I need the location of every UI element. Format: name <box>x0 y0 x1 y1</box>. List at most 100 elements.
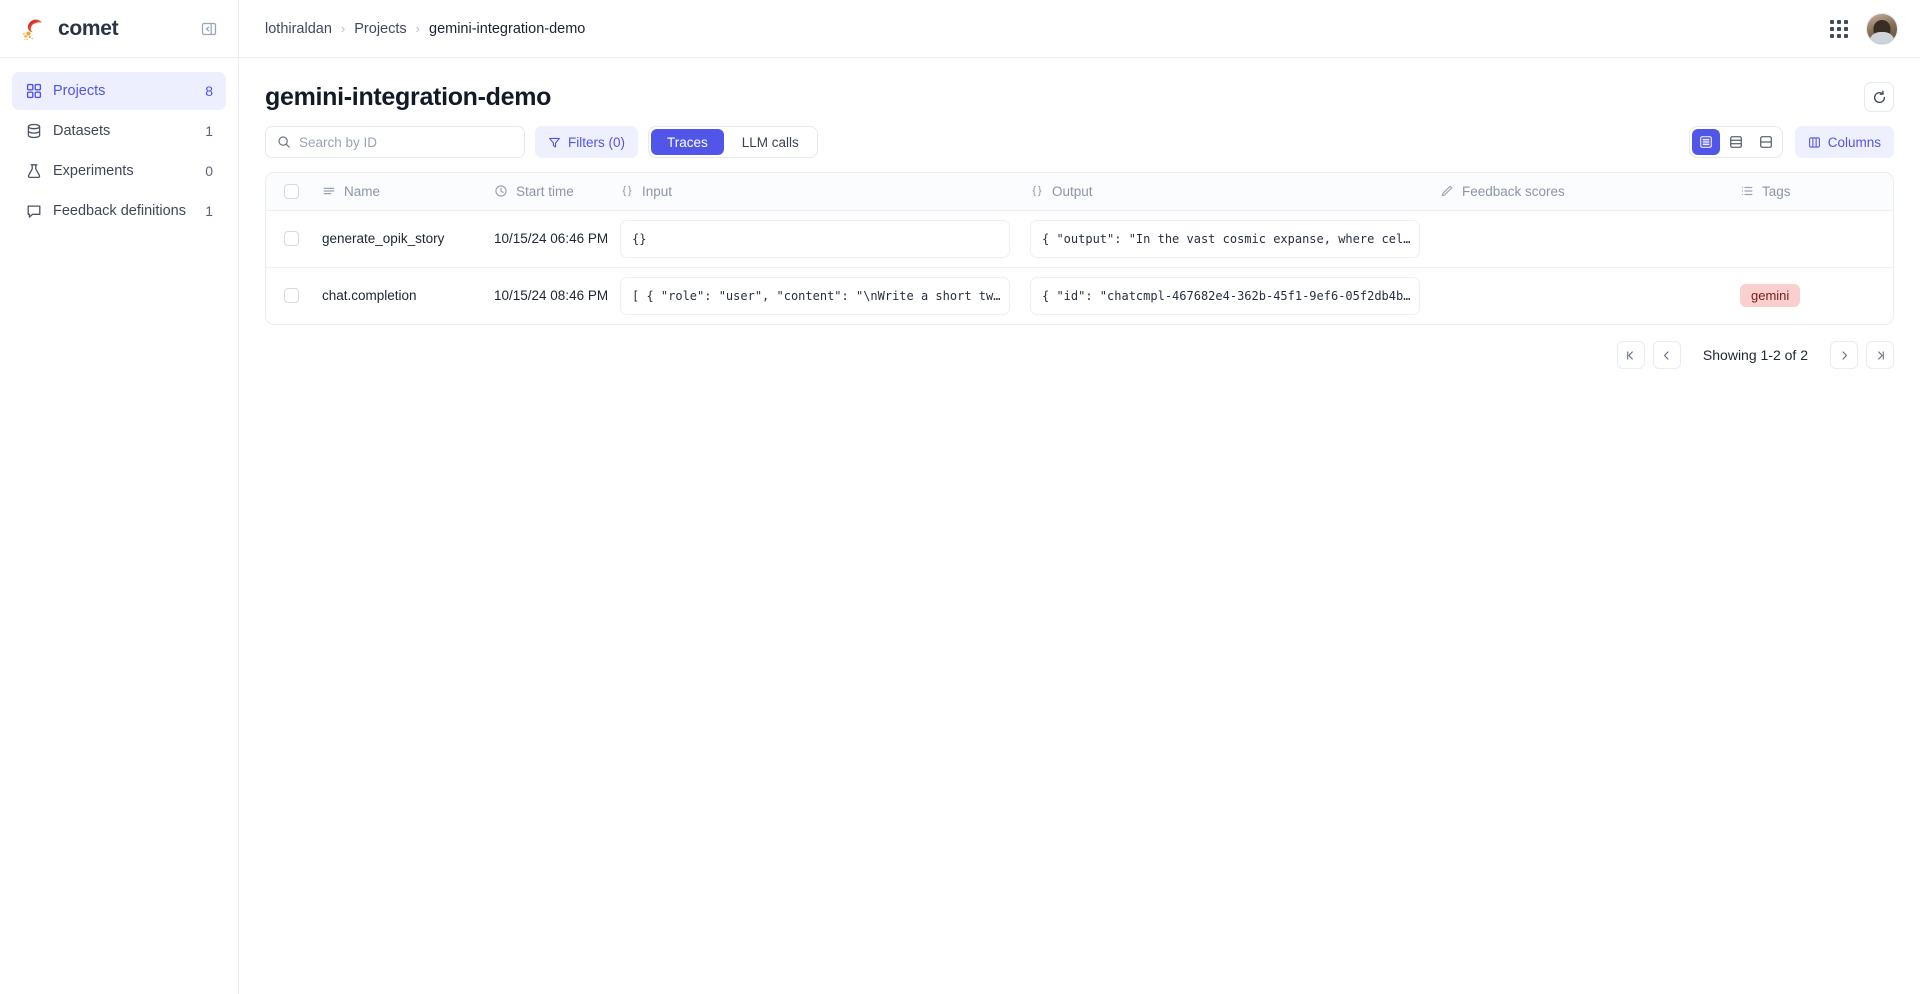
breadcrumb-item-workspace[interactable]: lothiraldan <box>265 21 332 37</box>
row-select-cell <box>266 267 312 324</box>
braces-icon <box>620 184 634 198</box>
header-label: Start time <box>516 183 574 199</box>
cell-tags <box>1730 210 1893 267</box>
cell-start-time: 10/15/24 08:46 PM <box>484 267 610 324</box>
breadcrumb-separator: › <box>340 21 346 36</box>
content: gemini-integration-demo Search by ID Fil… <box>239 58 1920 994</box>
header-select-all <box>266 173 312 211</box>
trace-name[interactable]: generate_opik_story <box>322 231 474 246</box>
list-icon <box>1740 184 1754 198</box>
sidebar-item-projects[interactable]: Projects 8 <box>12 72 226 110</box>
filters-label: Filters (0) <box>568 134 625 150</box>
page-header: gemini-integration-demo <box>265 58 1894 126</box>
refresh-icon[interactable] <box>1864 82 1894 112</box>
row-checkbox[interactable] <box>284 288 299 304</box>
sidebar-item-count: 1 <box>205 203 213 219</box>
status-badge[interactable]: gemini <box>1740 284 1801 308</box>
sidebar-item-experiments[interactable]: Experiments 0 <box>12 152 226 190</box>
search-input[interactable] <box>299 134 513 150</box>
next-page-button[interactable] <box>1830 341 1858 369</box>
traces-table: Name Start time Input Output Feedback sc… <box>265 172 1894 325</box>
comet-mark-icon <box>20 14 50 44</box>
header-output[interactable]: Output <box>1020 173 1430 211</box>
columns-button[interactable]: Columns <box>1794 126 1894 158</box>
rows-large-icon[interactable] <box>1752 129 1780 155</box>
trace-input[interactable]: [ { "role": "user", "content": "\nWrite … <box>620 276 1010 315</box>
row-height-toggle <box>1688 126 1783 158</box>
header-label: Input <box>642 183 673 199</box>
cell-feedback-scores <box>1430 210 1730 267</box>
select-all-checkbox[interactable] <box>284 183 299 199</box>
columns-icon <box>1808 136 1821 149</box>
table-row[interactable]: chat.completion 10/15/24 08:46 PM [ { "r… <box>266 267 1893 324</box>
cell-output: { "output": "In the vast cosmic expanse,… <box>1020 210 1430 267</box>
rows-medium-icon[interactable] <box>1722 129 1750 155</box>
first-page-button[interactable] <box>1616 341 1645 369</box>
grid-apps-icon[interactable] <box>1830 19 1848 38</box>
pencil-icon <box>1440 184 1454 198</box>
toolbar-left: Filters (0) Traces LLM calls <box>265 126 818 158</box>
sidebar: comet Projects 8 Datasets 1 Experiments … <box>0 0 239 994</box>
sidebar-item-feedback-definitions[interactable]: Feedback definitions 1 <box>12 192 226 230</box>
text-lines-icon <box>322 184 336 198</box>
cell-name: generate_opik_story <box>312 210 484 267</box>
trace-output[interactable]: { "output": "In the vast cosmic expanse,… <box>1030 219 1420 258</box>
header-label: Feedback scores <box>1462 183 1565 199</box>
flask-icon <box>25 163 42 180</box>
comet-logo[interactable]: comet <box>20 14 119 44</box>
header-label: Output <box>1052 183 1093 199</box>
tab-traces[interactable]: Traces <box>651 129 724 155</box>
sidebar-item-count: 8 <box>205 83 213 99</box>
grid-squares-icon <box>25 83 42 100</box>
trace-start-time: 10/15/24 06:46 PM <box>494 231 609 246</box>
sidebar-nav: Projects 8 Datasets 1 Experiments 0 Feed… <box>0 58 238 230</box>
topbar-actions <box>1830 12 1898 45</box>
row-select-cell <box>266 210 312 267</box>
header-feedback-scores[interactable]: Feedback scores <box>1430 173 1730 211</box>
header-label: Tags <box>1762 183 1791 199</box>
braces-icon <box>1030 184 1044 198</box>
sidebar-item-label: Feedback definitions <box>53 203 186 219</box>
tab-llm-calls[interactable]: LLM calls <box>726 129 815 155</box>
breadcrumb-item-projects[interactable]: Projects <box>354 21 406 37</box>
pagination: Showing 1-2 of 2 <box>265 325 1894 369</box>
app-root: comet Projects 8 Datasets 1 Experiments … <box>0 0 1920 994</box>
prev-page-button[interactable] <box>1652 341 1681 369</box>
table-head: Name Start time Input Output Feedback sc… <box>266 173 1893 211</box>
filters-button[interactable]: Filters (0) <box>535 126 638 158</box>
breadcrumb: lothiraldan › Projects › gemini-integrat… <box>265 21 585 37</box>
brand-label: comet <box>58 16 119 40</box>
sidebar-item-label: Datasets <box>53 123 111 139</box>
breadcrumb-separator: › <box>415 21 420 36</box>
view-mode-tabs: Traces LLM calls <box>648 126 818 158</box>
header-start-time[interactable]: Start time <box>484 173 610 211</box>
sidebar-item-count: 0 <box>205 163 213 179</box>
avatar[interactable] <box>1866 12 1898 45</box>
sidebar-item-datasets[interactable]: Datasets 1 <box>12 112 226 150</box>
trace-input[interactable]: {} <box>620 219 1010 258</box>
trace-name[interactable]: chat.completion <box>322 288 474 303</box>
sidebar-item-label: Projects <box>53 83 106 99</box>
breadcrumb-item-current[interactable]: gemini-integration-demo <box>429 21 585 37</box>
header-name[interactable]: Name <box>312 173 484 211</box>
table-row[interactable]: generate_opik_story 10/15/24 06:46 PM {}… <box>266 210 1893 267</box>
header-tags[interactable]: Tags <box>1730 173 1893 211</box>
clock-icon <box>494 184 508 198</box>
sidebar-item-label: Experiments <box>53 163 134 179</box>
header-input[interactable]: Input <box>610 173 1020 211</box>
panel-collapse-icon[interactable] <box>198 18 220 40</box>
cell-name: chat.completion <box>312 267 484 324</box>
search-input-wrapper[interactable] <box>265 126 525 158</box>
table: Name Start time Input Output Feedback sc… <box>266 173 1893 324</box>
database-icon <box>25 123 42 140</box>
last-page-button[interactable] <box>1866 341 1894 369</box>
row-checkbox[interactable] <box>284 231 299 246</box>
rows-small-icon[interactable] <box>1691 129 1720 155</box>
toolbar-right: Columns <box>1688 126 1894 158</box>
trace-output[interactable]: { "id": "chatcmpl-467682e4-362b-45f1-9ef… <box>1030 276 1420 315</box>
filter-icon <box>548 136 561 149</box>
cell-output: { "id": "chatcmpl-467682e4-362b-45f1-9ef… <box>1020 267 1430 324</box>
cell-input: {} <box>610 210 1020 267</box>
sidebar-header: comet <box>0 0 238 58</box>
toolbar: Filters (0) Traces LLM calls <box>265 126 1894 172</box>
